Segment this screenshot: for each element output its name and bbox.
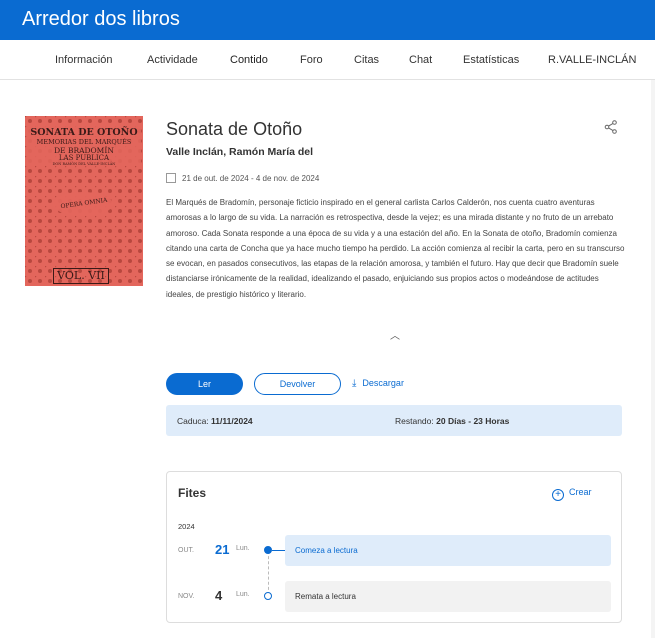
cover-title: SONATA DE OTOÑO	[30, 127, 138, 138]
book-title: Sonata de Otoño	[166, 119, 303, 139]
remaining-time: Restando: 20 Días - 23 Horas	[395, 416, 509, 426]
chevron-up-icon[interactable]: ︿	[390, 327, 400, 342]
book-author[interactable]: Valle Inclán, Ramón María del	[166, 146, 313, 158]
tab-foro[interactable]: Foro	[300, 54, 323, 66]
cover-subtitle: MEMORIAS DEL MARQUÉS	[36, 138, 132, 146]
cover-author: DON RAMÓN DEL VALLE-INCLÁN	[52, 162, 116, 166]
milestone-label[interactable]: Remata a lectura	[285, 581, 611, 612]
tab-informacion[interactable]: Información	[55, 54, 112, 66]
milestone-label[interactable]: Comeza a lectura	[285, 535, 611, 566]
create-label: Crear	[569, 487, 592, 497]
timeline-dot	[264, 546, 272, 554]
milestones-title: Fites	[178, 486, 207, 500]
timeline-dot	[264, 592, 272, 600]
expiry-value: 11/11/2024	[211, 416, 253, 426]
milestone-weekday: Lun.	[236, 545, 250, 552]
tab-chat[interactable]: Chat	[409, 54, 432, 66]
create-milestone-button[interactable]: + Crear	[552, 487, 592, 501]
tab-estatisticas[interactable]: Estatísticas	[463, 54, 519, 66]
reading-dates-text: 21 de out. de 2024 - 4 de nov. de 2024	[182, 174, 320, 183]
app-title[interactable]: Arredor dos libros	[22, 8, 180, 31]
book-description: El Marqués de Bradomín, personaje fictic…	[166, 198, 625, 299]
milestone-day: 21	[215, 542, 230, 557]
download-icon: ⤓	[352, 378, 357, 389]
app-header: Arredor dos libros	[0, 0, 655, 40]
milestone-month: OUT.	[178, 547, 194, 554]
cover-volume: VOL. VII	[53, 268, 109, 284]
remaining-value: 20 Días - 23 Horas	[436, 416, 510, 426]
download-button[interactable]: ⤓ Descargar	[352, 378, 404, 389]
cover-publica: LAS PUBLICA	[58, 154, 110, 162]
read-button[interactable]: Ler	[166, 373, 243, 395]
milestone-row: NOV. 4 Lun. Remata a lectura	[167, 581, 623, 613]
share-icon[interactable]	[604, 120, 618, 134]
tab-citas[interactable]: Citas	[354, 54, 379, 66]
tab-contido[interactable]: Contido	[230, 54, 268, 66]
plus-circle-icon: +	[552, 489, 564, 501]
tab-actividade[interactable]: Actividade	[147, 54, 198, 66]
tab-r-valle-inclan[interactable]: R.VALLE-INCLÁN	[548, 54, 636, 66]
milestones-card: Fites + Crear 2024 OUT. 21 Lun. Comeza a …	[166, 471, 622, 623]
milestone-row: OUT. 21 Lun. Comeza a lectura	[167, 535, 623, 567]
expiry-label: Caduca:	[177, 416, 209, 426]
milestone-month: NOV.	[178, 593, 195, 600]
book-cover: SONATA DE OTOÑO MEMORIAS DEL MARQUÉS DE …	[25, 116, 143, 286]
download-label: Descargar	[362, 378, 404, 388]
return-button[interactable]: Devolver	[254, 373, 341, 395]
main-nav: Información Actividade Contido Foro Cita…	[0, 40, 655, 80]
loan-expiry-bar: Caduca: 11/11/2024 Restando: 20 Días - 2…	[166, 405, 622, 436]
milestone-weekday: Lun.	[236, 591, 250, 598]
milestone-day: 4	[215, 588, 223, 603]
milestones-year: 2024	[178, 522, 195, 531]
page-scrollbar[interactable]	[651, 80, 655, 638]
calendar-icon	[166, 173, 176, 183]
reading-dates: 21 de out. de 2024 - 4 de nov. de 2024	[166, 173, 319, 183]
remaining-label: Restando:	[395, 416, 434, 426]
expiry-date: Caduca: 11/11/2024	[177, 416, 253, 426]
